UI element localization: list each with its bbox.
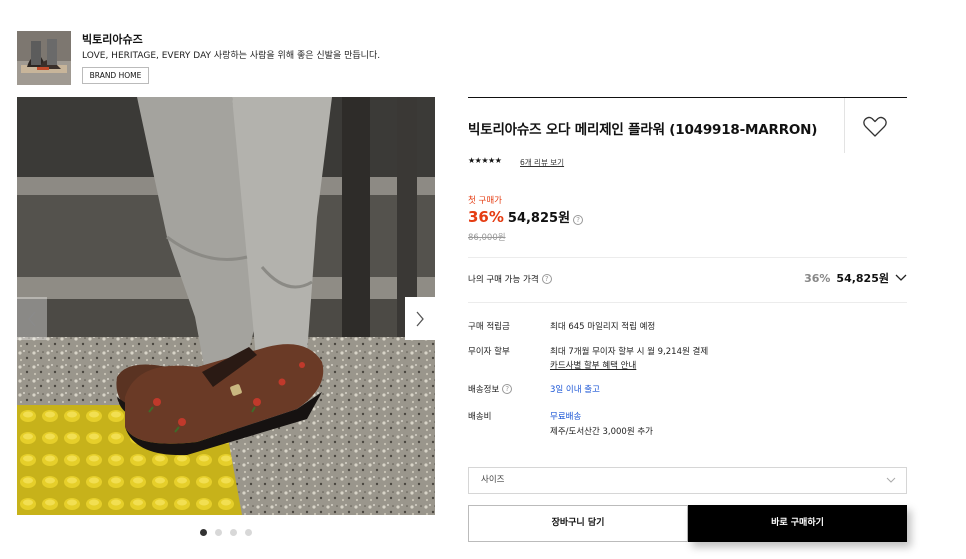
installment-card-link[interactable]: 카드사별 할부 혜택 안내 bbox=[550, 359, 636, 371]
brand-logo[interactable] bbox=[17, 31, 71, 85]
first-purchase-label: 첫 구매가 bbox=[468, 196, 502, 206]
add-to-cart-button[interactable]: 장바구니 담기 bbox=[468, 505, 688, 542]
my-price-label: 나의 구매 가능 가격 ? bbox=[468, 273, 552, 285]
chevron-down-icon bbox=[895, 274, 907, 281]
brand-home-button[interactable]: BRAND HOME bbox=[82, 67, 149, 84]
gallery-pagination bbox=[200, 529, 252, 536]
shipping-fee-extra: 제주/도서산간 3,000원 추가 bbox=[550, 427, 653, 437]
heart-icon bbox=[863, 116, 887, 137]
size-select[interactable]: 사이즈 bbox=[468, 467, 907, 494]
brand-name[interactable]: 빅토리아슈즈 bbox=[82, 31, 143, 47]
original-price: 86,000원 bbox=[468, 233, 506, 243]
installment-label: 무이자 할부 bbox=[468, 347, 510, 357]
shipping-value: 3일 이내 출고 bbox=[550, 385, 600, 395]
wishlist-button[interactable] bbox=[862, 116, 888, 138]
shipping-fee-value: 무료배송 bbox=[550, 412, 582, 422]
gallery-next-button[interactable] bbox=[405, 297, 435, 340]
my-price-value: 54,825원 bbox=[836, 272, 889, 285]
shipping-fee-label: 배송비 bbox=[468, 412, 492, 422]
product-title: 빅토리아슈즈 오다 메리제인 플라워 (1049918-MARRON) bbox=[468, 122, 818, 138]
discount-percent: 36% bbox=[468, 208, 504, 226]
size-placeholder: 사이즈 bbox=[481, 475, 505, 485]
gallery-dot-2[interactable] bbox=[215, 529, 222, 536]
gallery-dot-4[interactable] bbox=[245, 529, 252, 536]
question-icon[interactable]: ? bbox=[573, 215, 584, 225]
installment-value: 최대 7개월 무이자 할부 시 월 9,214원 결제 bbox=[550, 347, 709, 357]
gallery-prev-button[interactable] bbox=[17, 297, 47, 340]
review-link[interactable]: 6개 리뷰 보기 bbox=[520, 157, 564, 168]
brand-description: LOVE, HERITAGE, EVERY DAY 사랑하는 사람을 위해 좋은… bbox=[82, 51, 381, 61]
gallery-dot-3[interactable] bbox=[230, 529, 237, 536]
divider bbox=[468, 97, 907, 98]
divider bbox=[468, 302, 907, 303]
buy-now-button[interactable]: 바로 구매하기 bbox=[688, 505, 907, 542]
my-discount-percent: 36% bbox=[804, 271, 831, 285]
product-image[interactable] bbox=[17, 97, 435, 515]
rating-stars: ★★★★★ bbox=[468, 156, 502, 165]
points-label: 구매 적립금 bbox=[468, 322, 510, 332]
shipping-label: 배송정보 ? bbox=[468, 383, 513, 395]
points-value: 최대 645 마일리지 적립 예정 bbox=[550, 322, 656, 332]
price-row: 36% 54,825원 ? bbox=[468, 207, 584, 226]
question-icon[interactable]: ? bbox=[502, 384, 513, 394]
gallery-dot-1[interactable] bbox=[200, 529, 207, 536]
divider bbox=[468, 257, 907, 258]
divider bbox=[844, 98, 845, 153]
chevron-down-icon bbox=[886, 477, 896, 483]
sale-price: 54,825원 bbox=[507, 211, 571, 226]
question-icon[interactable]: ? bbox=[541, 274, 552, 284]
chevron-right-icon bbox=[416, 311, 424, 326]
my-price-toggle[interactable]: 36% 54,825원 bbox=[804, 270, 907, 286]
chevron-left-icon bbox=[28, 311, 36, 326]
